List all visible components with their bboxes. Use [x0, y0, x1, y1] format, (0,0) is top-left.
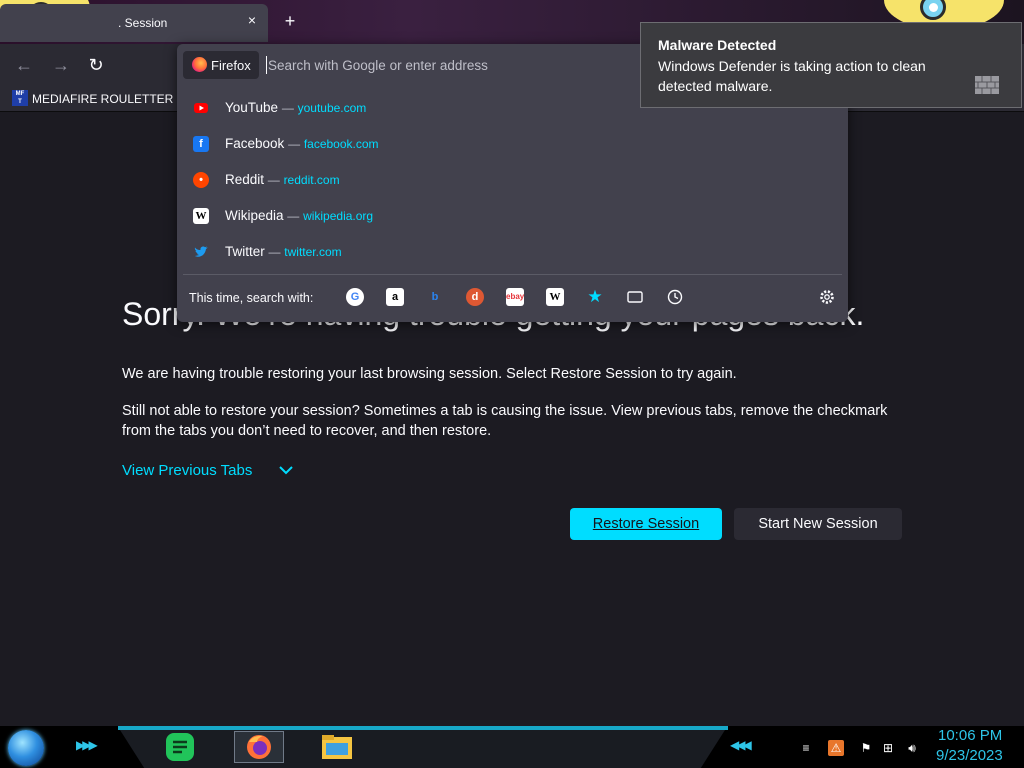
tabs-icon[interactable] — [626, 288, 644, 306]
wikipedia-icon[interactable]: W — [546, 288, 564, 306]
restore-session-button[interactable]: Restore Session — [570, 508, 722, 540]
result-title: Wikipedia — [225, 208, 284, 223]
result-url: facebook.com — [303, 137, 379, 151]
bookmark-mediafire-rouletter[interactable]: MEDIAFIRE ROULETTER — [32, 92, 173, 106]
new-tab-button[interactable]: + — [280, 12, 300, 32]
result-reddit[interactable]: • Reddit — reddit.com — [183, 162, 842, 198]
sheets-icon[interactable] — [163, 731, 197, 763]
bookmarks-icon[interactable]: ★ — [586, 288, 604, 306]
view-previous-tabs-link[interactable]: View Previous Tabs — [122, 462, 252, 479]
tab-close-icon[interactable]: × — [244, 12, 260, 28]
result-title: YouTube — [225, 100, 279, 115]
youtube-icon — [193, 100, 209, 116]
settings-icon[interactable] — [818, 288, 836, 306]
firewall-icon — [975, 76, 999, 94]
clock-date[interactable]: 9/23/2023 — [936, 747, 1003, 764]
notification-body: Windows Defender is taking action to cle… — [658, 58, 926, 94]
text-caret — [266, 56, 267, 74]
error-help-text: Still not able to restore your session? … — [122, 403, 888, 439]
result-url: wikipedia.org — [303, 209, 374, 223]
result-url: youtube.com — [297, 101, 367, 115]
duckduckgo-icon[interactable]: d — [466, 288, 484, 306]
twitter-icon — [193, 244, 209, 260]
network-icon[interactable]: ⊞ — [880, 740, 896, 756]
app-tray-icon[interactable]: ⚠ — [828, 740, 844, 756]
start-button[interactable] — [8, 730, 44, 766]
result-title: Facebook — [225, 136, 285, 151]
chevron-decoration-icon: ▶▶▶ — [76, 738, 98, 752]
taskbar-plate — [120, 730, 725, 768]
back-arrow-icon[interactable]: ← — [13, 54, 35, 76]
mediafire-icon: MF T — [12, 90, 28, 106]
divider — [183, 274, 842, 275]
clock-time[interactable]: 10:06 PM — [938, 727, 1002, 744]
show-hidden-icons-icon[interactable]: ≡ — [798, 740, 814, 756]
result-twitter[interactable]: Twitter — twitter.com — [183, 234, 842, 270]
chevron-decoration-icon: ◀◀◀ — [730, 738, 752, 752]
forward-arrow-icon[interactable]: → — [50, 54, 72, 76]
search-with-label: This time, search with: — [189, 291, 314, 305]
result-wikipedia[interactable]: W Wikipedia — wikipedia.org — [183, 198, 842, 234]
firefox-icon — [192, 57, 207, 72]
history-icon[interactable] — [666, 288, 684, 306]
action-center-flag-icon[interactable]: ⚑ — [858, 740, 874, 756]
facebook-icon: f — [193, 136, 209, 152]
start-new-session-button[interactable]: Start New Session — [734, 508, 902, 540]
result-title: Reddit — [225, 172, 265, 187]
ebay-icon[interactable]: ebay — [506, 288, 524, 306]
search-mode-label: Firefox — [211, 58, 251, 73]
reload-icon[interactable]: ↻ — [85, 54, 107, 76]
result-url: reddit.com — [283, 173, 340, 187]
file-explorer-icon[interactable] — [320, 731, 354, 763]
taskbar-accent — [118, 726, 728, 730]
chevron-down-icon[interactable] — [276, 460, 296, 480]
notification-title: Malware Detected — [658, 37, 777, 53]
bing-icon[interactable]: b — [426, 288, 444, 306]
result-url: twitter.com — [284, 245, 342, 259]
address-bar-input[interactable] — [268, 54, 628, 76]
tab-title: . Session — [118, 16, 168, 30]
result-facebook[interactable]: f Facebook — facebook.com — [183, 126, 842, 162]
google-icon[interactable]: G — [346, 288, 364, 306]
volume-icon[interactable]: 🔊︎ — [904, 740, 920, 756]
result-title: Twitter — [225, 244, 265, 259]
firefox-icon[interactable] — [234, 731, 284, 763]
amazon-icon[interactable]: a — [386, 288, 404, 306]
error-description: We are having trouble restoring your las… — [122, 366, 737, 382]
wikipedia-icon: W — [193, 208, 209, 224]
reddit-icon: • — [193, 172, 209, 188]
